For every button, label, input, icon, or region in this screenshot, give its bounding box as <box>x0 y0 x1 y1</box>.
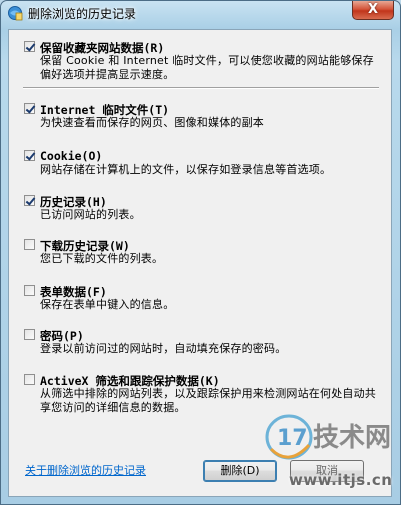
window-title: 删除浏览的历史记录 <box>28 7 137 21</box>
checkbox-icon[interactable] <box>24 374 35 385</box>
checkbox-icon[interactable] <box>24 285 35 296</box>
checkbox-icon[interactable] <box>24 41 35 52</box>
checkbox-icon[interactable] <box>24 150 35 161</box>
separator <box>23 87 379 89</box>
option-description: 保留 Cookie 和 Internet 临时文件，可以使您收藏的网站能够保存偏… <box>40 54 374 81</box>
checkbox-icon[interactable] <box>24 195 35 206</box>
checkbox-icon[interactable] <box>24 239 35 250</box>
option-description: 已访问网站的列表。 <box>40 208 141 221</box>
ie-history-icon <box>8 6 23 21</box>
close-icon: X <box>367 2 379 17</box>
about-delete-history-link[interactable]: 关于删除浏览的历史记录 <box>25 462 146 478</box>
option-description: 您已下载的文件的列表。 <box>40 252 164 265</box>
cancel-button[interactable]: 取消 <box>290 460 364 482</box>
checkbox-icon[interactable] <box>24 329 35 340</box>
title-bar[interactable]: 删除浏览的历史记录 X <box>1 1 400 27</box>
checkbox-icon[interactable] <box>24 103 35 114</box>
option-description: 为快速查看而保存的网页、图像和媒体的副本 <box>40 116 264 129</box>
close-button[interactable]: X <box>352 1 394 20</box>
option-description: 保存在表单中键入的信息。 <box>40 298 175 311</box>
delete-history-dialog: 删除浏览的历史记录 X 保留收藏夹网站数据(R) 保留 Cookie 和 Int… <box>0 0 401 505</box>
option-description: 登录以前访问过的网站时，自动填充保存的密码。 <box>40 342 287 355</box>
option-description: 从筛选中排除的网站列表，以及跟踪保护用来检测网站在何处自动共享您访问的详细信息的… <box>40 387 376 414</box>
dialog-content: 保留收藏夹网站数据(R) 保留 Cookie 和 Internet 临时文件，可… <box>8 29 392 497</box>
option-label[interactable]: Cookie(O) <box>40 149 102 163</box>
option-description: 网站存储在计算机上的文件，以保存如登录信息等首选项。 <box>40 163 332 176</box>
delete-button[interactable]: 删除(D) <box>203 460 277 482</box>
